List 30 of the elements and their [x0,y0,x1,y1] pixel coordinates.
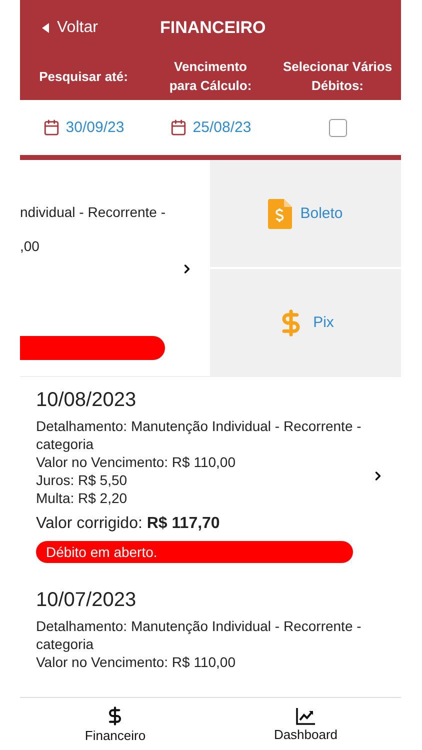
back-button[interactable]: Voltar [20,19,160,37]
detail-text: Juros: R$ 5,50 [36,471,128,489]
date-picker[interactable]: 30/09/23 [42,119,124,136]
status-badge: Débito em aberto. [36,541,353,563]
page-title: FINANCEIRO [160,18,266,38]
line-chart-icon [296,706,316,724]
filter-label: Selecionar Vários Débitos: [282,58,394,95]
checkbox[interactable] [328,118,346,136]
detail-text: Valor no Vencimento: R$ 110,00 [36,653,236,671]
filter-label: Vencimento para Cálculo: [168,58,253,95]
detail-text: Multa: R$ 2,20 [36,489,128,507]
debit-card[interactable]: 10/08/2023 Detalhamento: Manutenção Individual - Recorrente - categoria Valor no Vencimento: R$ 110,00 Juros: R$ 5,50 Multa: R$ 2,20 Valor corrigido: R$ 117,70 Débito em aberto. [20,377,401,577]
due-date: 10/07/2023 [36,589,138,612]
calendar-icon [170,119,187,136]
date-picker[interactable]: 25/08/23 [170,119,252,136]
debit-card[interactable]: 10/07/2023 Detalhamento: Manutenção Individual - Recorrente - categoria Valor no Vencimento: R$ 110,00 [20,577,401,685]
corrected-value: Valor corrigido: R$ 117,70 [36,515,221,533]
calendar-icon [42,119,60,136]
due-date: 10/08/2023 [36,389,138,412]
caret-icon [42,23,49,33]
dollar-document-icon [268,198,292,228]
filter-label: Pesquisar até: [39,68,128,86]
debit-card[interactable]: ndividual - Recorrente - ,00 [20,160,210,376]
detail-text: Detalhamento: Manutenção Individual - Recorrente - categoria [36,617,362,653]
detail-text: Valor no Vencimento: R$ 110,00 [36,453,236,471]
detail-text: ,00 [20,238,40,254]
nav-tab[interactable]: Financeiro [20,698,210,750]
detail-text: ndividual - Recorrente - [20,204,167,220]
nav-tab[interactable]: Dashboard [210,698,401,750]
detail-text: Detalhamento: Manutenção Individual - Recorrente - categoria [36,417,362,453]
